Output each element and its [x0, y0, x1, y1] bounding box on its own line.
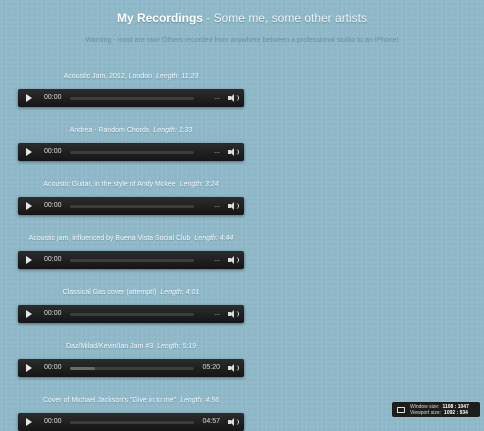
current-time: 00:00 [44, 364, 62, 371]
track-item: Cover of Michael Jackson's "Give in to m… [18, 396, 244, 431]
track-title: Acoustic jam, influenced by Buena Vista … [18, 234, 244, 244]
viewport-size-value: 1092 : 934 [444, 410, 468, 416]
track-item: Andrea - Random Chords Length: 1:33 00:00… [18, 126, 244, 161]
track-length: Length: 4:01 [160, 289, 200, 296]
duration: 05:20 [202, 364, 220, 371]
track-length: Length: 11:23 [156, 73, 199, 80]
track-length: Length: 4:56 [180, 397, 220, 404]
page-title-subtitle: - Some me, some other artists [202, 11, 368, 25]
audio-player: 00:00 ... [18, 251, 244, 269]
track-length: Length: 4:44 [194, 235, 234, 242]
duration: 04:57 [202, 418, 220, 425]
current-time: 00:00 [44, 310, 62, 317]
play-icon[interactable] [26, 202, 32, 210]
current-time: 00:00 [44, 418, 62, 425]
audio-player: 00:00 ... [18, 89, 244, 107]
audio-player: 00:00 ... [18, 305, 244, 323]
page-title: My Recordings - Some me, some other arti… [0, 11, 484, 25]
play-icon[interactable] [26, 256, 32, 264]
track-name: Andrea - Random Chords [69, 127, 150, 134]
track-name: Daz/Milad/Kevin/Ian Jam #3 [65, 343, 154, 350]
track-item: Acoustic Jam, 2012, London Length: 11:23 … [18, 72, 244, 107]
current-time: 00:00 [44, 256, 62, 263]
track-title: Classical Gas cover (attempt!) Length: 4:… [18, 288, 244, 298]
play-icon[interactable] [26, 418, 32, 426]
duration: ... [214, 202, 220, 209]
seek-bar-progress [70, 367, 95, 370]
track-title: Cover of Michael Jackson's "Give in to m… [18, 396, 244, 406]
volume-icon[interactable] [228, 418, 239, 426]
monitor-icon [397, 407, 405, 413]
track-title: Daz/Milad/Kevin/Ian Jam #3 Length: 5:19 [18, 342, 244, 352]
current-time: 00:00 [44, 202, 62, 209]
seek-bar[interactable] [70, 151, 194, 154]
track-name: Acoustic Guitar, in the style of Andy Mc… [43, 181, 176, 188]
track-item: Daz/Milad/Kevin/Ian Jam #3 Length: 5:19 0… [18, 342, 244, 377]
track-length: Length: 3:24 [179, 181, 219, 188]
seek-bar[interactable] [70, 205, 194, 208]
seek-bar[interactable] [70, 367, 194, 370]
volume-icon[interactable] [228, 202, 239, 210]
duration: ... [214, 148, 220, 155]
audio-player: 00:00 04:57 [18, 413, 244, 431]
duration: ... [214, 256, 220, 263]
duration: ... [214, 310, 220, 317]
audio-player: 00:00 ... [18, 143, 244, 161]
play-icon[interactable] [26, 310, 32, 318]
track-length: Length: 5:19 [157, 343, 197, 350]
volume-icon[interactable] [228, 256, 239, 264]
volume-icon[interactable] [228, 94, 239, 102]
track-length: Length: 1:33 [153, 127, 193, 134]
track-name: Cover of Michael Jackson's "Give in to m… [42, 397, 177, 404]
current-time: 00:00 [44, 148, 62, 155]
audio-player: 00:00 ... [18, 197, 244, 215]
play-icon[interactable] [26, 364, 32, 372]
duration: ... [214, 94, 220, 101]
track-item: Classical Gas cover (attempt!) Length: 4:… [18, 288, 244, 323]
warning-text: Warning - most are raw! Others recorded … [85, 37, 399, 44]
volume-icon[interactable] [228, 148, 239, 156]
volume-icon[interactable] [228, 364, 239, 372]
track-name: Acoustic Jam, 2012, London [63, 73, 153, 80]
page-title-main: My Recordings [116, 11, 203, 25]
track-item: Acoustic Guitar, in the style of Andy Mc… [18, 180, 244, 215]
track-title: Acoustic Jam, 2012, London Length: 11:23 [18, 72, 244, 82]
track-name: Acoustic jam, influenced by Buena Vista … [28, 235, 191, 242]
audio-player: 00:00 05:20 [18, 359, 244, 377]
seek-bar[interactable] [70, 421, 194, 424]
viewport-size-row: Viewport size: 1092 : 934 [410, 410, 468, 416]
seek-bar[interactable] [70, 97, 194, 100]
current-time: 00:00 [44, 94, 62, 101]
viewport-size-label: Viewport size: [410, 410, 442, 416]
volume-icon[interactable] [228, 310, 239, 318]
seek-bar[interactable] [70, 259, 194, 262]
track-title: Andrea - Random Chords Length: 1:33 [18, 126, 244, 136]
play-icon[interactable] [26, 148, 32, 156]
viewport-size-indicator: Window size: 1108 : 1047 Viewport size: 10… [392, 402, 480, 417]
track-title: Acoustic Guitar, in the style of Andy Mc… [18, 180, 244, 190]
track-item: Acoustic jam, influenced by Buena Vista … [18, 234, 244, 269]
seek-bar[interactable] [70, 313, 194, 316]
play-icon[interactable] [26, 94, 32, 102]
track-name: Classical Gas cover (attempt!) [62, 289, 157, 296]
